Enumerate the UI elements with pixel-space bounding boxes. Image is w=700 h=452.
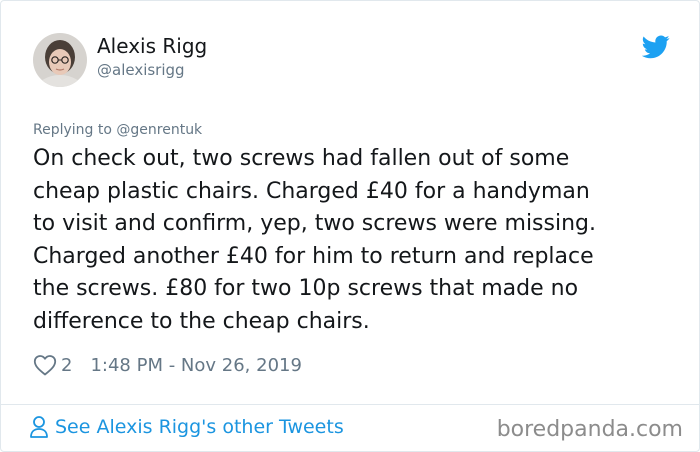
person-icon [29, 415, 49, 439]
tweet-text: On check out, two screws had fallen out … [33, 143, 673, 339]
tweet-text-line: On check out, two screws had fallen out … [33, 146, 570, 171]
like-count: 2 [61, 354, 73, 376]
tweet-text-line: difference to the cheap chairs. [33, 308, 370, 334]
twitter-bird-icon[interactable] [641, 35, 670, 59]
tweet-timestamp[interactable]: 1:48 PM - Nov 26, 2019 [90, 355, 301, 376]
tweet-meta: 2 1:48 PM - Nov 26, 2019 [33, 353, 302, 377]
tweet-text-line: to visit and confirm, yep, two screws we… [33, 211, 596, 237]
see-other-tweets-label: See Alexis Rigg's other Tweets [55, 416, 344, 438]
divider [1, 404, 699, 405]
watermark: boredpanda.com [496, 417, 683, 442]
see-other-tweets-link[interactable]: See Alexis Rigg's other Tweets [29, 415, 344, 439]
author-handle[interactable]: @alexisrigg [97, 61, 185, 79]
author-name[interactable]: Alexis Rigg [97, 34, 207, 58]
heart-icon[interactable] [33, 354, 57, 376]
tweet-text-line: the screws. £80 for two 10p screws that … [33, 276, 579, 302]
replying-prefix: Replying to [33, 122, 117, 138]
replying-mention-link[interactable]: @genrentuk [116, 122, 202, 138]
tweet-text-line: Charged another £40 for him to return an… [33, 243, 594, 269]
avatar[interactable] [33, 33, 87, 87]
tweet-text-line: cheap plastic chairs. Charged £40 for a … [33, 178, 590, 204]
tweet-card: Alexis Rigg @alexisrigg Replying to @gen… [0, 0, 700, 452]
replying-to: Replying to @genrentuk [33, 122, 202, 138]
avatar-image [33, 33, 87, 87]
